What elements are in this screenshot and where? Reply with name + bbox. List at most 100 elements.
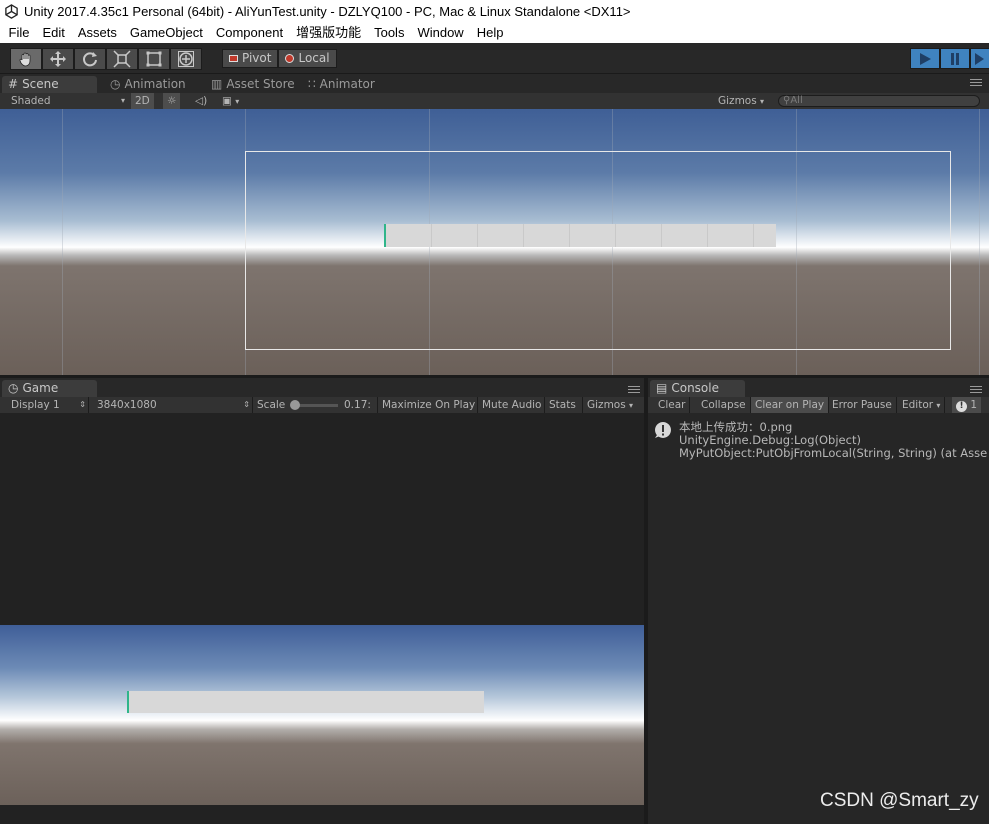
- display-dropdown[interactable]: Display 1 ⇕: [7, 397, 89, 413]
- stats-label: Stats: [549, 399, 576, 411]
- menu-enhanced-features[interactable]: 增强版功能: [290, 23, 368, 43]
- local-toggle[interactable]: Local: [278, 49, 337, 68]
- scene-tabstrip: # Scene ◷ Animation ▥ Asset Store ∷ Anim…: [0, 74, 989, 93]
- scale-value: 0.17:: [340, 397, 375, 413]
- maximize-on-play-toggle[interactable]: Maximize On Play: [377, 397, 479, 413]
- game-controller-icon: ◷: [8, 381, 19, 395]
- mute-audio-label: Mute Audio: [482, 399, 542, 411]
- window-title: Unity 2017.4.35c1 Personal (64bit) - Ali…: [24, 4, 631, 19]
- effects-dropdown[interactable]: ▣ ▾: [218, 93, 243, 109]
- scene-ui-bar-object[interactable]: [384, 224, 776, 247]
- tab-asset-store[interactable]: ▥ Asset Store: [205, 76, 295, 93]
- clock-icon: ◷: [110, 77, 121, 91]
- menu-bar: File Edit Assets GameObject Component 增强…: [0, 23, 989, 43]
- console-log-text: 本地上传成功：0.png UnityEngine.Debug:Log(Objec…: [679, 421, 987, 460]
- shading-mode-label: Shaded: [11, 95, 51, 107]
- dropdown-arrow-icon: ▾: [760, 97, 765, 106]
- menu-file[interactable]: File: [2, 23, 36, 43]
- stepper-arrows-icon: ⇕: [243, 400, 250, 409]
- tab-game-label: Game: [22, 381, 59, 395]
- transform-icon: [178, 51, 194, 67]
- grid-line: [979, 109, 980, 375]
- menu-edit[interactable]: Edit: [36, 23, 71, 43]
- grid-line: [62, 109, 63, 375]
- console-collapse-button[interactable]: Collapse: [697, 397, 751, 413]
- game-gizmos-dropdown[interactable]: Gizmos ▾: [582, 397, 637, 413]
- console-error-pause-toggle[interactable]: Error Pause: [828, 397, 897, 413]
- tab-animator[interactable]: ∷ Animator: [302, 76, 375, 93]
- camera-bounds-frame: [245, 151, 951, 350]
- menu-tools[interactable]: Tools: [368, 23, 411, 43]
- tab-console[interactable]: ▤ Console: [650, 380, 745, 397]
- dropdown-arrow-icon: ▾: [120, 96, 125, 105]
- rect-tool-button[interactable]: [138, 48, 170, 70]
- bar-segment: [661, 224, 662, 247]
- menu-assets[interactable]: Assets: [71, 23, 123, 43]
- main-toolbar: Pivot Local: [0, 43, 989, 74]
- hand-icon: [19, 52, 31, 67]
- lighting-toggle[interactable]: ☼: [163, 93, 181, 109]
- window-titlebar: Unity 2017.4.35c1 Personal (64bit) - Ali…: [0, 0, 989, 23]
- console-subtoolbar: Clear Collapse Clear on Play Error Pause…: [648, 397, 989, 414]
- transform-tool-button[interactable]: [170, 48, 202, 70]
- menu-window[interactable]: Window: [411, 23, 470, 43]
- rotate-tool-button[interactable]: [74, 48, 106, 70]
- menu-component[interactable]: Component: [209, 23, 289, 43]
- scale-tool-button[interactable]: [106, 48, 138, 70]
- image-icon: ▣: [222, 95, 232, 107]
- console-editor-label: Editor: [902, 399, 934, 411]
- pause-button[interactable]: [940, 48, 970, 69]
- menu-gameobject[interactable]: GameObject: [123, 23, 209, 43]
- pivot-toggle[interactable]: Pivot: [222, 49, 279, 68]
- watermark: CSDN @Smart_zy: [820, 790, 979, 811]
- console-log-list[interactable]: 本地上传成功：0.png UnityEngine.Debug:Log(Objec…: [648, 413, 989, 824]
- play-button[interactable]: [910, 48, 940, 69]
- console-log-count: 1: [970, 399, 978, 411]
- hand-tool-button[interactable]: [10, 48, 42, 70]
- tab-asset-store-label: Asset Store: [226, 77, 295, 91]
- audio-toggle[interactable]: ◁): [191, 93, 211, 109]
- resolution-label: 3840x1080: [97, 399, 157, 411]
- scale-slider[interactable]: [290, 400, 338, 410]
- console-editor-dropdown[interactable]: Editor ▾: [898, 397, 946, 413]
- local-icon: [285, 54, 295, 63]
- tab-animation-label: Animation: [124, 77, 186, 91]
- rect-transform-icon: [146, 51, 162, 67]
- bar-segment: [707, 224, 708, 247]
- mute-audio-toggle[interactable]: Mute Audio: [477, 397, 545, 413]
- step-button[interactable]: [970, 48, 989, 69]
- tab-console-label: Console: [671, 381, 719, 395]
- transform-tools: [10, 48, 202, 70]
- console-tabstrip: ▤ Console: [648, 378, 989, 397]
- scene-viewport[interactable]: [0, 109, 989, 375]
- info-icon: [654, 422, 671, 438]
- stats-toggle[interactable]: Stats: [544, 397, 580, 413]
- move-tool-button[interactable]: [42, 48, 74, 70]
- console-log-count-toggle[interactable]: ! 1: [952, 397, 982, 413]
- mode-2d-toggle[interactable]: 2D: [131, 93, 154, 109]
- scene-gizmos-dropdown[interactable]: Gizmos ▾: [714, 93, 768, 109]
- console-clear-on-play-toggle[interactable]: Clear on Play: [751, 397, 830, 413]
- local-label: Local: [298, 51, 330, 65]
- dropdown-arrow-icon: ▾: [235, 97, 240, 106]
- console-panel-menu-icon[interactable]: [970, 386, 982, 396]
- maximize-on-play-label: Maximize On Play: [382, 399, 476, 411]
- tab-game[interactable]: ◷ Game: [2, 380, 97, 397]
- scene-panel-menu-icon[interactable]: [970, 79, 982, 89]
- dropdown-arrow-icon: ▾: [629, 401, 634, 410]
- game-subtoolbar: Display 1 ⇕ 3840x1080 ⇕ Scale 0.17: Maxi…: [0, 397, 644, 414]
- console-clear-button[interactable]: Clear: [654, 397, 691, 413]
- menu-help[interactable]: Help: [470, 23, 510, 43]
- game-viewport[interactable]: [0, 413, 644, 806]
- shading-mode-dropdown[interactable]: Shaded ▾: [7, 93, 127, 109]
- tab-animator-label: Animator: [319, 77, 375, 91]
- speaker-icon: ◁): [195, 95, 208, 107]
- tab-scene[interactable]: # Scene: [2, 76, 97, 93]
- scene-search-input[interactable]: ⚲All: [778, 95, 980, 107]
- bar-segment: [477, 224, 478, 247]
- slider-thumb[interactable]: [290, 400, 300, 410]
- resolution-dropdown[interactable]: 3840x1080 ⇕: [93, 397, 253, 413]
- scale-label-text: Scale: [257, 399, 286, 411]
- game-panel-menu-icon[interactable]: [628, 386, 640, 396]
- tab-animation[interactable]: ◷ Animation: [104, 76, 186, 93]
